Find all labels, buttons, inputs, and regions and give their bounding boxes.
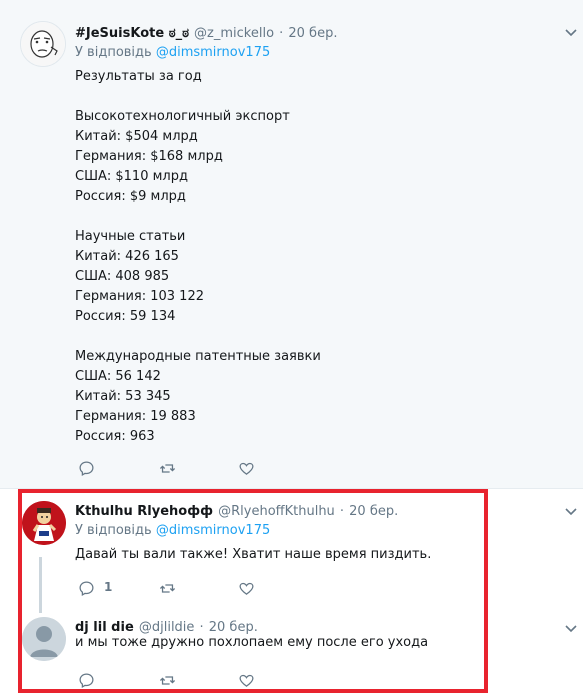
- reply-button[interactable]: [78, 670, 98, 690]
- reply-count: 1: [104, 580, 113, 594]
- reply-prefix: У відповідь: [75, 45, 152, 60]
- like-button[interactable]: [238, 458, 258, 478]
- like-icon: [239, 462, 254, 475]
- reply-prefix: У відповідь: [75, 523, 152, 538]
- separator: ·: [339, 504, 345, 519]
- tweet-actions: 1: [75, 578, 375, 598]
- reply-context: У відповідь @dimsmirnov175: [75, 523, 270, 538]
- thread-connector: [39, 557, 42, 613]
- meme-face-icon: [21, 22, 65, 66]
- tweet-text: Давай ты вали также! Хватит наше время п…: [75, 547, 432, 562]
- tweet[interactable]: #JeSuisKote ಠ_ಠ @z_mickello · 20 бер. У …: [0, 0, 583, 489]
- chevron-down-icon[interactable]: [563, 620, 579, 636]
- reply-context: У відповідь @dimsmirnov175: [75, 45, 270, 60]
- retweet-icon: [159, 463, 176, 473]
- reply-user-link[interactable]: @dimsmirnov175: [156, 45, 270, 60]
- display-name[interactable]: #JeSuisKote ಠ_ಠ: [75, 26, 189, 41]
- default-profile-icon: [22, 617, 66, 661]
- reply-user-link[interactable]: @dimsmirnov175: [156, 523, 270, 538]
- reply-button[interactable]: [78, 458, 98, 478]
- tweet-header: Kthulhu Rlyehoфф @RlyehoffKthulhu · 20 б…: [75, 500, 398, 519]
- username[interactable]: @z_mickello: [194, 26, 274, 41]
- retweet-button[interactable]: [159, 458, 179, 478]
- retweet-button[interactable]: [159, 578, 179, 598]
- username[interactable]: @RlyehoffKthulhu: [218, 504, 335, 519]
- avatar[interactable]: [20, 21, 66, 67]
- cartoon-avatar-icon: [22, 501, 66, 545]
- tweet-actions: [75, 670, 375, 690]
- tweet-header: #JeSuisKote ಠ_ಠ @z_mickello · 20 бер.: [75, 22, 337, 41]
- retweet-icon: [159, 675, 176, 685]
- like-icon: [239, 582, 254, 595]
- reply-button[interactable]: [78, 578, 98, 598]
- timestamp[interactable]: 20 бер.: [288, 26, 337, 41]
- like-button[interactable]: [238, 670, 258, 690]
- retweet-icon: [159, 583, 176, 593]
- retweet-button[interactable]: [159, 670, 179, 690]
- display-name[interactable]: Kthulhu Rlyehoфф: [75, 504, 213, 519]
- avatar[interactable]: [22, 501, 66, 545]
- avatar[interactable]: [22, 617, 66, 661]
- tweet-text: и мы тоже дружно похлопаем ему после его…: [75, 635, 429, 650]
- chevron-down-icon[interactable]: [563, 24, 579, 40]
- chevron-down-icon[interactable]: [563, 503, 579, 519]
- tweet-actions: [75, 458, 375, 478]
- reply-icon: [79, 580, 94, 596]
- separator: ·: [279, 26, 284, 41]
- tweet-text: Результаты за год Высокотехнологичный эк…: [75, 69, 321, 444]
- reply-icon: [79, 460, 94, 476]
- reply-icon: [79, 672, 94, 688]
- like-button[interactable]: [238, 578, 258, 598]
- timestamp[interactable]: 20 бер.: [349, 504, 398, 519]
- like-icon: [239, 674, 254, 687]
